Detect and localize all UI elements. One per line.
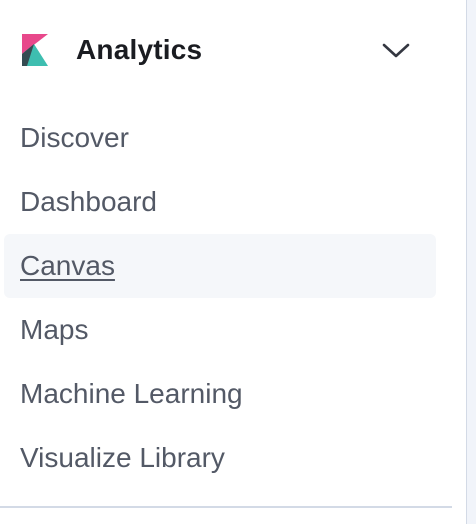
kibana-logo-icon [22,34,48,66]
nav-item-label: Machine Learning [20,378,243,409]
nav-item-label: Discover [20,122,129,153]
nav-item-label: Dashboard [20,186,157,217]
scrollbar-track[interactable] [466,0,476,524]
section-divider [0,506,452,508]
nav-item-dashboard[interactable]: Dashboard [4,170,436,234]
nav-item-maps[interactable]: Maps [4,298,436,362]
nav-item-machine-learning[interactable]: Machine Learning [4,362,436,426]
nav-item-canvas[interactable]: Canvas [4,234,436,298]
analytics-group-header[interactable]: Analytics [0,0,440,100]
nav-item-label: Visualize Library [20,442,225,473]
chevron-down-icon[interactable] [380,36,412,64]
nav-panel: Analytics Discover Dashboard Canvas Maps… [0,0,466,524]
nav-item-label: Maps [20,314,89,345]
nav-list: Discover Dashboard Canvas Maps Machine L… [4,106,436,490]
nav-item-visualize-library[interactable]: Visualize Library [4,426,436,490]
nav-item-discover[interactable]: Discover [4,106,436,170]
nav-item-label: Canvas [20,250,115,281]
group-title: Analytics [76,34,203,65]
